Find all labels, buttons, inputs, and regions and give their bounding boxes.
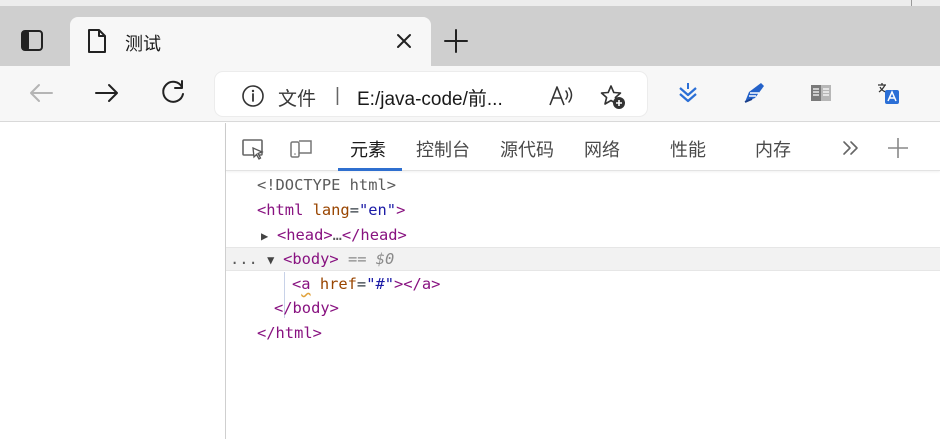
tab-console[interactable]: 控制台 — [416, 136, 470, 162]
address-bar[interactable]: 文件 | E:/java-code/前... — [215, 72, 647, 116]
active-tab-indicator — [338, 168, 402, 171]
reader-extension-icon[interactable] — [808, 80, 834, 106]
forward-arrow-icon[interactable] — [92, 78, 122, 108]
add-tool-plus-icon[interactable] — [886, 136, 910, 160]
tab-strip-top-border — [0, 0, 940, 6]
read-aloud-icon[interactable] — [548, 84, 574, 108]
page-icon — [86, 28, 108, 54]
add-favorite-star-icon[interactable] — [599, 83, 627, 111]
tab-strip: 测试 — [0, 0, 940, 66]
more-tabs-chevron-icon[interactable] — [840, 137, 862, 159]
dom-line-head[interactable]: ▶ <head>…</head> — [261, 223, 407, 247]
browser-tab[interactable]: 测试 — [70, 17, 431, 66]
tab-network[interactable]: 网络 — [584, 136, 620, 162]
devtools-panel: 元素 控制台 源代码 网络 性能 内存 <!DOCTYPE html> <htm… — [226, 123, 940, 439]
address-url[interactable]: E:/java-code/前... — [357, 84, 503, 111]
node-actions-dots[interactable]: ... — [230, 250, 258, 268]
tab-title: 测试 — [125, 34, 161, 54]
info-icon[interactable] — [241, 84, 265, 108]
address-separator: | — [335, 85, 340, 106]
translate-extension-icon[interactable] — [875, 80, 901, 106]
dom-line-anchor[interactable]: <a href="#"></a> — [292, 272, 440, 296]
tab-elements[interactable]: 元素 — [350, 136, 386, 162]
refresh-icon[interactable] — [158, 78, 188, 108]
tab-sources[interactable]: 源代码 — [500, 136, 554, 162]
tab-memory[interactable]: 内存 — [755, 136, 791, 162]
new-tab-plus-icon[interactable] — [441, 26, 471, 56]
browser-toolbar: 文件 | E:/java-code/前... — [0, 66, 940, 122]
dom-line-body[interactable]: ... ▼ <body> == $0 — [230, 247, 394, 271]
pen-extension-icon[interactable] — [741, 80, 767, 106]
devtools-toolbar: 元素 控制台 源代码 网络 性能 内存 — [226, 123, 940, 171]
dom-line-html-close[interactable]: </html> — [257, 321, 322, 345]
dom-line-body-close[interactable]: </body> — [274, 296, 339, 320]
expand-triangle-icon[interactable]: ▶ — [261, 224, 277, 248]
dom-line-html[interactable]: <html lang="en"> — [257, 198, 405, 222]
address-scheme-label: 文件 — [278, 89, 317, 110]
dom-line-doctype[interactable]: <!DOCTYPE html> — [257, 173, 396, 197]
page-viewport — [0, 123, 226, 439]
close-icon[interactable] — [392, 29, 416, 53]
inspect-element-icon[interactable] — [240, 136, 266, 162]
collections-download-icon[interactable] — [675, 80, 701, 106]
selected-node-marker: == $0 — [347, 250, 395, 268]
device-emulation-icon[interactable] — [288, 136, 314, 162]
collapse-triangle-icon[interactable]: ▼ — [267, 248, 283, 272]
tab-actions-menu-icon[interactable] — [18, 28, 48, 54]
tab-performance[interactable]: 性能 — [670, 136, 706, 162]
back-arrow-icon[interactable] — [26, 78, 56, 108]
